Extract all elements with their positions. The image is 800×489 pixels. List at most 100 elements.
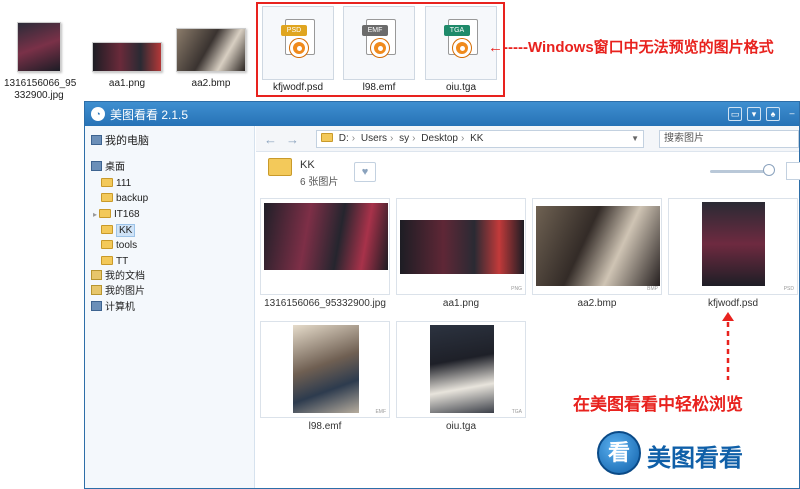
sidebar-item-label: backup [116,193,149,204]
documents-icon [91,270,102,280]
sidebar-item-label: 我的图片 [105,286,145,297]
sidebar-item-label: 111 [116,178,132,189]
thumbnail-label: 1316156066_95332900.jpg [264,298,386,309]
favorite-button[interactable]: ♥ [354,162,376,182]
sidebar-item-label: 我的电脑 [105,135,149,147]
folder-icon [101,178,113,187]
sidebar-item-my-documents[interactable]: 我的文档 [91,269,145,284]
screenshot-stage: 1316156066_95 332900.jpg aa1.png aa2.bmp… [0,0,800,489]
desktop-icon-png[interactable]: aa1.png [88,42,166,90]
thumbnail-label: kfjwodf.psd [707,298,759,309]
sidebar-item-folder-kk[interactable]: KK [101,223,136,238]
pointer-arrow-head [722,312,734,321]
menu-icon[interactable]: ▾ [747,107,761,121]
image-count: 6 张图片 [300,177,339,188]
thumbnail-bmp[interactable]: BMP [532,198,662,295]
back-arrow-icon[interactable]: ← [264,132,277,147]
folder-name: KK [300,159,315,171]
expand-arrow-icon[interactable]: ▸ [93,210,97,219]
sidebar-item-my-computer[interactable]: 我的电脑 [91,134,149,149]
brand-name: 美图看看 [647,445,743,472]
ext-tag: TGA [511,409,522,415]
title-bar: ◔ 美图看看 2.1.5 ▭ ▾ ♠ – [85,102,799,126]
breadcrumb-kk[interactable]: KK [470,133,483,144]
desktop-thumb-group-photo [17,22,61,72]
thumbnail-emf[interactable]: EMF [260,321,390,418]
heart-icon: ♥ [361,166,369,178]
sidebar-item-computer[interactable]: 计算机 [91,300,135,315]
view-mode-button[interactable] [786,162,800,180]
folder-icon [101,225,113,234]
annotation-unsupported-formats: ←-----Windows窗口中无法预览的图片格式 [488,39,774,56]
desktop-icon [91,161,102,171]
pictures-icon [91,285,102,295]
breadcrumb-separator: › [390,133,394,144]
minimize-icon[interactable]: – [785,107,799,121]
breadcrumb-desktop[interactable]: Desktop [421,133,458,144]
thumb-image-portrait [536,206,660,286]
sidebar-item-folder-backup[interactable]: backup [101,191,148,206]
breadcrumb-users[interactable]: Users [361,133,387,144]
zoom-slider-handle[interactable] [763,164,775,176]
sidebar-item-label: 桌面 [105,162,125,173]
thumb-image-portrait [702,202,765,286]
folder-icon [101,256,113,265]
thumbnail-tga[interactable]: TGA [396,321,526,418]
pointer-arrow [722,312,734,380]
thumb-image-group [400,220,524,274]
forward-arrow-icon[interactable]: → [286,132,299,147]
search-input[interactable]: 搜索图片 [659,130,799,148]
computer-icon [91,301,102,311]
sidebar-item-label-selected: KK [116,224,136,237]
brand-logo-icon: 看 [597,431,641,475]
thumbnail-label: oiu.tga [445,421,477,432]
breadcrumb-drive[interactable]: D: [339,133,349,144]
skin-icon[interactable]: ♠ [766,107,780,121]
ext-tag: PNG [511,286,522,292]
folder-icon [101,193,113,202]
thumb-image-group [264,203,388,270]
folder-icon [101,240,113,249]
chat-icon[interactable]: ▭ [728,107,742,121]
sidebar-item-label: TT [116,256,129,267]
desktop-label: aa2.bmp [191,78,231,89]
highlight-frame [256,2,505,97]
breadcrumb-sy[interactable]: sy [399,133,409,144]
ext-tag: BMP [647,286,658,292]
thumbnail-label: aa2.bmp [577,298,617,309]
sidebar-item-my-pictures[interactable]: 我的图片 [91,284,145,299]
sidebar-item-folder-it168[interactable]: ▸ IT168 [93,207,140,222]
thumbnail-label: l98.emf [308,421,342,432]
address-bar[interactable]: D: › Users › sy › Desktop › KK ▼ [316,130,644,148]
sidebar-item-folder-111[interactable]: 111 [101,176,131,191]
folder-icon [321,133,333,142]
desktop-label: 332900.jpg [14,90,64,101]
thumb-image-portrait [293,325,359,413]
sidebar-item-label: 我的文档 [105,271,145,282]
sidebar-item-folder-tt[interactable]: TT [101,254,128,269]
thumbnail-jpg[interactable] [260,198,390,295]
ext-tag: PSD [783,286,794,292]
desktop-thumb-portrait [176,28,246,72]
app-logo-icon: ◔ [91,107,105,121]
folder-icon [268,158,292,176]
toolbar: ← → D: › Users › sy › Desktop › KK ▼ 搜索图片 [256,126,799,152]
sidebar: 我的电脑 桌面 111 backup ▸ IT168 KK tools TT 我… [85,126,255,488]
sidebar-item-label: 计算机 [105,302,135,313]
dropdown-arrow-icon[interactable]: ▼ [631,131,639,147]
sidebar-item-desktop[interactable]: 桌面 [91,160,125,175]
search-placeholder: 搜索图片 [664,133,704,144]
thumbnail-png[interactable]: PNG [396,198,526,295]
desktop-icon-bmp[interactable]: aa2.bmp [172,28,250,90]
ext-tag: EMF [375,409,386,415]
folder-icon [99,209,112,218]
desktop-icon-jpg[interactable]: 1316156066_95 332900.jpg [4,22,76,102]
sidebar-item-label: tools [116,240,138,251]
folder-header: KK 6 张图片 ♥ [256,153,800,189]
zoom-slider-track[interactable] [710,170,770,173]
sidebar-item-folder-tools[interactable]: tools [101,238,137,253]
breadcrumb-separator: › [460,133,465,144]
sidebar-item-label: IT168 [114,209,140,220]
thumbnail-psd[interactable]: PSD [668,198,798,295]
breadcrumb-separator: › [412,133,416,144]
